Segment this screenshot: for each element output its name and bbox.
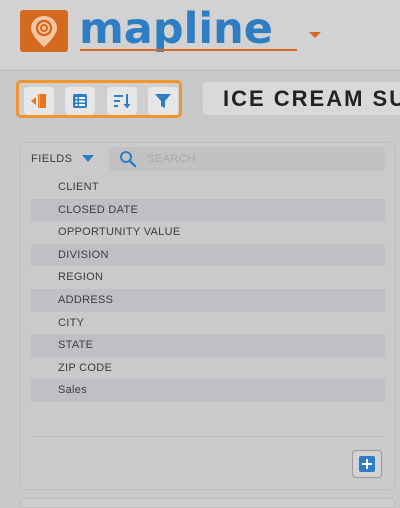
- search-icon: [120, 151, 137, 168]
- plus-icon: [359, 456, 375, 472]
- field-item-zip-code[interactable]: ZIP CODE: [31, 357, 385, 380]
- field-item-region[interactable]: REGION: [31, 266, 385, 289]
- table-view-icon: [73, 94, 87, 108]
- brand-logo-underline: [80, 49, 297, 51]
- table-view-button[interactable]: [65, 87, 95, 115]
- field-search-box[interactable]: [109, 147, 385, 171]
- brand-logo-text: mapline: [79, 4, 273, 54]
- sort-icon: [114, 94, 131, 109]
- chevron-down-icon[interactable]: [82, 155, 94, 162]
- collapse-panel-icon: [31, 94, 46, 108]
- field-item-state[interactable]: STATE: [31, 334, 385, 357]
- fields-panel: FIELDS CLIENT CLOSED DATE OPPORTUNITY VA…: [20, 142, 395, 490]
- caret-down-icon[interactable]: [309, 32, 321, 38]
- filter-icon: [155, 94, 171, 108]
- app-header: mapline: [0, 0, 400, 71]
- field-list: CLIENT CLOSED DATE OPPORTUNITY VALUE DIV…: [31, 176, 385, 402]
- field-item-sales[interactable]: Sales: [31, 379, 385, 402]
- field-item-city[interactable]: CITY: [31, 312, 385, 335]
- map-title: ICE CREAM SU: [223, 86, 400, 111]
- field-item-opportunity-value[interactable]: OPPORTUNITY VALUE: [31, 221, 385, 244]
- search-input[interactable]: [147, 151, 367, 167]
- map-toolbar: [16, 80, 182, 118]
- filter-button[interactable]: [148, 87, 178, 115]
- secondary-panel: [20, 498, 395, 508]
- list-divider: [31, 436, 385, 437]
- fields-dropdown-label[interactable]: FIELDS: [31, 153, 73, 165]
- sort-button[interactable]: [107, 87, 137, 115]
- field-item-division[interactable]: DIVISION: [31, 243, 385, 267]
- collapse-panel-button[interactable]: [24, 87, 54, 115]
- mapline-logo-icon: [20, 10, 68, 52]
- field-item-closed-date[interactable]: CLOSED DATE: [31, 198, 385, 222]
- add-field-button[interactable]: [352, 450, 382, 478]
- map-title-bar[interactable]: ICE CREAM SU: [203, 82, 400, 115]
- field-item-address[interactable]: ADDRESS: [31, 288, 385, 312]
- field-item-client[interactable]: CLIENT: [31, 176, 385, 199]
